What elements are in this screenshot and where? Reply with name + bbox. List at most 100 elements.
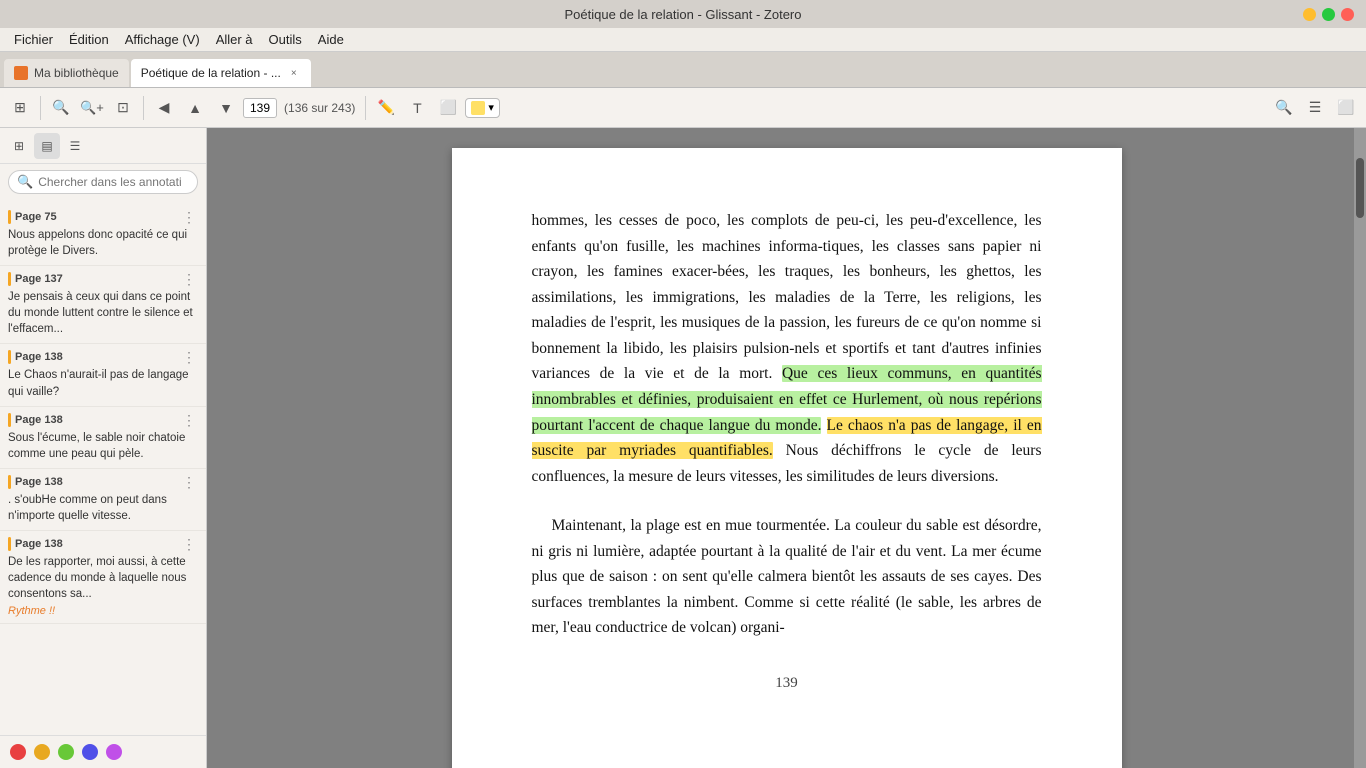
color-dot-green[interactable] — [58, 744, 74, 760]
search-button[interactable]: 🔍 — [1270, 94, 1298, 122]
tab-library[interactable]: Ma bibliothèque — [4, 59, 129, 87]
pdf-page: hommes, les cesses de poco, les complots… — [452, 148, 1122, 768]
list-item[interactable]: Page 137 ⋮ Je pensais à ceux qui dans ce… — [0, 266, 206, 344]
annotations-list: Page 75 ⋮ Nous appelons donc opacité ce … — [0, 200, 206, 735]
pdf-scrollbar[interactable] — [1354, 128, 1366, 768]
annotate-button[interactable]: ✏️ — [372, 94, 400, 122]
tab-bar: Ma bibliothèque Poétique de la relation … — [0, 52, 1366, 88]
page-number-input[interactable]: 139 — [243, 98, 277, 118]
sidebar-outline-view-button[interactable]: ☰ — [62, 133, 88, 159]
sidebar: ⊞ ▤ ☰ 🔍 Page 75 ⋮ Nous appelons donc opa… — [0, 128, 207, 768]
color-swatch — [471, 101, 485, 115]
color-dropdown-icon: ▾ — [488, 101, 494, 114]
annotation-text: Sous l'écume, le sable noir chatoie comm… — [8, 430, 196, 462]
annotation-page: Page 75 — [8, 210, 57, 224]
list-item[interactable]: Page 138 ⋮ Le Chaos n'aurait-il pas de l… — [0, 344, 206, 406]
window-title: Poétique de la relation - Glissant - Zot… — [564, 7, 801, 22]
pdf-paragraph2: Maintenant, la plage est en mue tourment… — [532, 513, 1042, 641]
text-nous: Nous — [786, 442, 819, 459]
list-item[interactable]: Page 138 ⋮ Sous l'écume, le sable noir c… — [0, 407, 206, 469]
annotation-page: Page 138 — [8, 537, 63, 551]
annotation-color-bar — [8, 210, 11, 224]
zoom-out-button[interactable]: 🔍 — [47, 94, 75, 122]
color-dot-orange[interactable] — [34, 744, 50, 760]
toolbar-right: 🔍 ☰ ⬜ — [1270, 94, 1360, 122]
layout-button[interactable]: ☰ — [1301, 94, 1329, 122]
menu-edition[interactable]: Édition — [61, 30, 117, 49]
annotation-color-bar — [8, 350, 11, 364]
search-input[interactable] — [38, 175, 189, 189]
menu-outils[interactable]: Outils — [261, 30, 310, 49]
annotation-header: Page 137 ⋮ — [8, 272, 196, 286]
tab-document-label: Poétique de la relation - ... — [141, 66, 281, 80]
split-button[interactable]: ⬜ — [1332, 94, 1360, 122]
toolbar-separator-3 — [365, 96, 366, 120]
pdf-viewer[interactable]: hommes, les cesses de poco, les complots… — [207, 128, 1366, 768]
annotation-header: Page 75 ⋮ — [8, 210, 196, 224]
sidebar-grid-view-button[interactable]: ⊞ — [6, 133, 32, 159]
list-item[interactable]: Page 138 ⋮ De les rapporter, moi aussi, … — [0, 531, 206, 624]
tab-close-button[interactable]: × — [287, 66, 301, 80]
annotation-more-button[interactable]: ⋮ — [182, 475, 196, 489]
annotation-text: Nous appelons donc opacité ce qui protèg… — [8, 227, 196, 259]
page-info: (136 sur 243) — [280, 101, 359, 115]
annotation-more-button[interactable]: ⋮ — [182, 413, 196, 427]
up-button[interactable]: ▲ — [181, 94, 209, 122]
color-dot-red[interactable] — [10, 744, 26, 760]
annotation-text: . s'oubHe comme on peut dans n'importe q… — [8, 492, 196, 524]
list-item[interactable]: Page 75 ⋮ Nous appelons donc opacité ce … — [0, 204, 206, 266]
annotation-more-button[interactable]: ⋮ — [182, 350, 196, 364]
tab-library-label: Ma bibliothèque — [34, 66, 119, 80]
library-icon — [14, 66, 28, 80]
toolbar: ⊞ 🔍 🔍+ ⊡ ◀ ▲ ▼ 139 (136 sur 243) ✏️ T ⬜ … — [0, 88, 1366, 128]
pdf-text-top: hommes, les cesses de poco, les complots… — [532, 208, 1042, 489]
zoom-in-button[interactable]: 🔍+ — [78, 94, 106, 122]
annotation-more-button[interactable]: ⋮ — [182, 210, 196, 224]
title-bar: Poétique de la relation - Glissant - Zot… — [0, 0, 1366, 28]
menu-fichier[interactable]: Fichier — [6, 30, 61, 49]
annotation-text: Je pensais à ceux qui dans ce point du m… — [8, 289, 196, 337]
menu-affichage[interactable]: Affichage (V) — [117, 30, 208, 49]
annotation-color-bar — [8, 537, 11, 551]
toolbar-separator-2 — [143, 96, 144, 120]
annotation-more-button[interactable]: ⋮ — [182, 272, 196, 286]
color-picker-button[interactable]: ▾ — [465, 98, 500, 118]
annotation-color-bar — [8, 475, 11, 489]
color-dot-purple[interactable] — [106, 744, 122, 760]
annotation-header: Page 138 ⋮ — [8, 475, 196, 489]
tab-document[interactable]: Poétique de la relation - ... × — [131, 59, 311, 87]
fit-page-button[interactable]: ⊞ — [6, 94, 34, 122]
annotation-header: Page 138 ⋮ — [8, 537, 196, 551]
menu-aller[interactable]: Aller à — [208, 30, 261, 49]
annotation-page: Page 138 — [8, 475, 63, 489]
annotation-header: Page 138 ⋮ — [8, 350, 196, 364]
main-area: ⊞ ▤ ☰ 🔍 Page 75 ⋮ Nous appelons donc opa… — [0, 128, 1366, 768]
annotation-text: Le Chaos n'aurait-il pas de langage qui … — [8, 367, 196, 399]
prev-page-button[interactable]: ◀ — [150, 94, 178, 122]
zoom-fit-button[interactable]: ⊡ — [109, 94, 137, 122]
sidebar-list-view-button[interactable]: ▤ — [34, 133, 60, 159]
text-tool-button[interactable]: T — [403, 94, 431, 122]
minimize-button[interactable] — [1303, 8, 1316, 21]
annotation-color-bar — [8, 272, 11, 286]
annotation-page: Page 138 — [8, 350, 63, 364]
note-tool-button[interactable]: ⬜ — [434, 94, 462, 122]
next-page-button[interactable]: ▼ — [212, 94, 240, 122]
window-controls — [1303, 8, 1354, 21]
annotation-page: Page 138 — [8, 413, 63, 427]
sidebar-toolbar: ⊞ ▤ ☰ — [0, 128, 206, 164]
toolbar-separator-1 — [40, 96, 41, 120]
annotation-header: Page 138 ⋮ — [8, 413, 196, 427]
annotation-more-button[interactable]: ⋮ — [182, 537, 196, 551]
color-dot-blue[interactable] — [82, 744, 98, 760]
maximize-button[interactable] — [1322, 8, 1335, 21]
close-button[interactable] — [1341, 8, 1354, 21]
list-item[interactable]: Page 138 ⋮ . s'oubHe comme on peut dans … — [0, 469, 206, 531]
search-box: 🔍 — [8, 170, 198, 194]
menu-aide[interactable]: Aide — [310, 30, 352, 49]
annotation-color-bar — [8, 413, 11, 427]
scrollbar-thumb[interactable] — [1356, 158, 1364, 218]
search-icon: 🔍 — [17, 174, 33, 190]
menu-bar: Fichier Édition Affichage (V) Aller à Ou… — [0, 28, 1366, 52]
page-number-label: 139 — [532, 671, 1042, 696]
